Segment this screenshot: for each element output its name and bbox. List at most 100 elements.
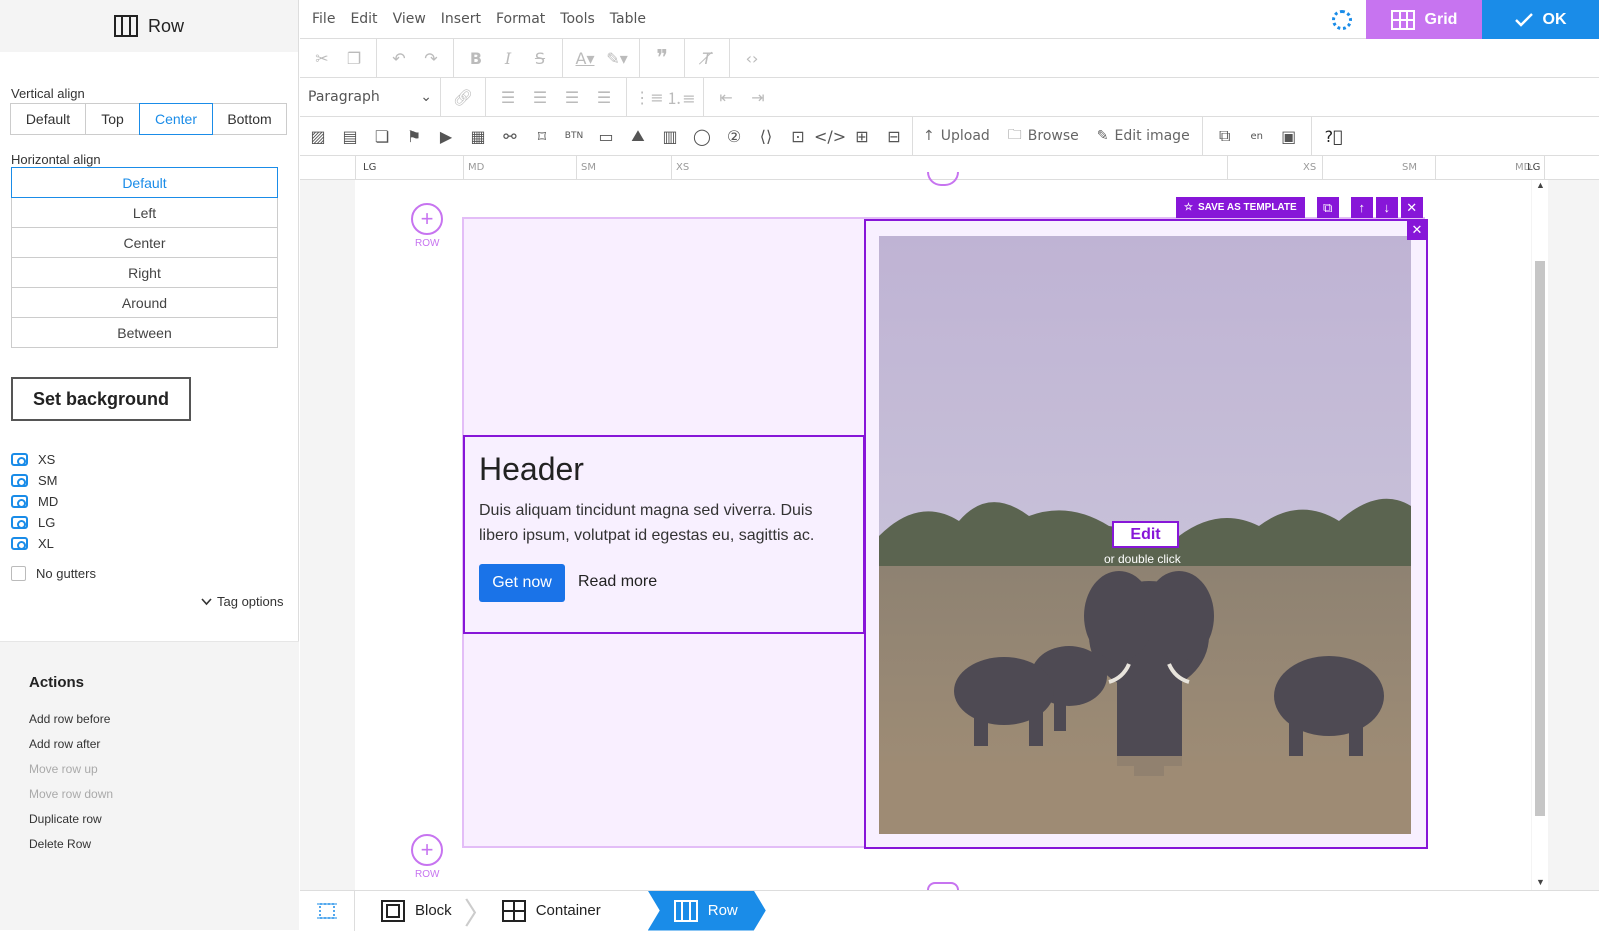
- duplicate-row-link[interactable]: Duplicate row: [29, 812, 102, 826]
- menu-view[interactable]: View: [393, 11, 426, 27]
- redo-icon[interactable]: ↷: [415, 49, 447, 68]
- close-column-icon[interactable]: ✕: [1407, 220, 1427, 240]
- valign-top-button[interactable]: Top: [85, 103, 140, 135]
- strikethrough-icon[interactable]: S: [524, 49, 556, 68]
- set-background-button[interactable]: Set background: [11, 377, 191, 421]
- image-placeholder-icon[interactable]: ⛰: [622, 126, 654, 146]
- number-badge-icon[interactable]: ②: [718, 127, 750, 146]
- duplicate-row-icon[interactable]: ⧉: [1316, 197, 1339, 218]
- table-icon[interactable]: ▦: [462, 127, 494, 146]
- translate-icon[interactable]: en: [1241, 131, 1273, 142]
- bullet-list-icon[interactable]: ⋮≡: [633, 88, 665, 107]
- grid-button[interactable]: Grid: [1366, 0, 1482, 39]
- add-row-before-link[interactable]: Add row before: [29, 712, 110, 726]
- menu-tools[interactable]: Tools: [560, 11, 595, 27]
- valign-center-button[interactable]: Center: [139, 103, 213, 135]
- checkbox-box[interactable]: [11, 566, 26, 581]
- image-text-icon[interactable]: ▤: [334, 127, 366, 146]
- upload-button[interactable]: ↑ Upload: [923, 128, 990, 144]
- halign-center-option[interactable]: Center: [11, 227, 278, 258]
- help-icon[interactable]: ?⃝: [1318, 127, 1350, 146]
- halign-right-option[interactable]: Right: [11, 257, 278, 288]
- settings-gear-icon[interactable]: [1332, 10, 1352, 30]
- highlight-icon[interactable]: ✎▾: [601, 49, 633, 68]
- text-color-icon[interactable]: A▾: [569, 49, 601, 68]
- menu-insert[interactable]: Insert: [441, 11, 481, 27]
- move-up-icon[interactable]: ↑: [1350, 197, 1373, 218]
- valign-bottom-button[interactable]: Bottom: [212, 103, 287, 135]
- tag-options-toggle[interactable]: Tag options: [201, 594, 284, 609]
- scroll-down-icon[interactable]: ▼: [1536, 877, 1545, 887]
- blockquote-icon[interactable]: ❞: [646, 46, 678, 71]
- indent-icon[interactable]: ⇥: [742, 88, 774, 107]
- align-justify-icon[interactable]: ☰: [588, 88, 620, 107]
- image-icon[interactable]: ▨: [302, 127, 334, 146]
- delete-row-link[interactable]: Delete Row: [29, 837, 91, 851]
- numbered-list-icon[interactable]: ⒈≡: [665, 85, 697, 109]
- copy-icon[interactable]: ❐: [338, 49, 370, 68]
- scrollbar-thumb[interactable]: [1535, 261, 1545, 816]
- menu-format[interactable]: Format: [496, 11, 545, 27]
- align-right-icon[interactable]: ☰: [556, 88, 588, 107]
- gallery-icon[interactable]: ❏: [366, 127, 398, 146]
- spellcheck-icon[interactable]: ▣: [1273, 127, 1305, 146]
- video-icon[interactable]: ▶: [430, 127, 462, 146]
- clear-format-icon[interactable]: T̸: [691, 49, 723, 68]
- visibility-md-toggle[interactable]: MD: [11, 494, 58, 509]
- edit-image-button[interactable]: ✎ Edit image: [1097, 128, 1190, 144]
- paragraph-select[interactable]: Paragraph ⌄: [300, 89, 440, 105]
- breadcrumb-container[interactable]: Container: [494, 891, 619, 931]
- visibility-lg-toggle[interactable]: LG: [11, 515, 55, 530]
- menu-table[interactable]: Table: [610, 11, 646, 27]
- get-now-button[interactable]: Get now: [479, 564, 565, 602]
- breadcrumb-row[interactable]: Row: [648, 891, 766, 931]
- bold-icon[interactable]: B: [460, 49, 492, 68]
- align-center-icon[interactable]: ☰: [524, 88, 556, 107]
- select-frame-icon[interactable]: [300, 890, 355, 931]
- button-icon[interactable]: BTN: [558, 131, 590, 141]
- menu-edit[interactable]: Edit: [350, 11, 377, 27]
- breadcrumb-block[interactable]: Block: [355, 891, 470, 931]
- align-left-icon[interactable]: ☰: [492, 88, 524, 107]
- content-paragraph[interactable]: Duis aliquam tincidunt magna sed viverra…: [479, 498, 849, 548]
- add-row-below-button[interactable]: +: [411, 834, 443, 866]
- qr-icon[interactable]: ⊞: [846, 127, 878, 146]
- halign-around-option[interactable]: Around: [11, 287, 278, 318]
- no-gutters-checkbox[interactable]: No gutters: [11, 566, 96, 581]
- duplicate-icon[interactable]: ⧉: [1209, 126, 1241, 146]
- visibility-sm-toggle[interactable]: SM: [11, 473, 58, 488]
- halign-left-option[interactable]: Left: [11, 197, 278, 228]
- embed-icon[interactable]: ⟨⟩: [750, 127, 782, 146]
- scroll-up-icon[interactable]: ▲: [1536, 180, 1545, 190]
- undo-icon[interactable]: ↶: [383, 49, 415, 68]
- bookmark-icon[interactable]: ⌑: [526, 127, 558, 146]
- ok-button[interactable]: OK: [1482, 0, 1599, 39]
- code-icon[interactable]: </>: [814, 127, 846, 146]
- move-row-down-link[interactable]: Move row down: [29, 787, 113, 801]
- visibility-xs-toggle[interactable]: XS: [11, 452, 55, 467]
- valign-default-button[interactable]: Default: [10, 103, 86, 135]
- source-code-icon[interactable]: ‹›: [736, 49, 768, 68]
- save-as-template-button[interactable]: ☆ SAVE AS TEMPLATE: [1176, 197, 1305, 218]
- add-row-above-button[interactable]: +: [411, 203, 443, 235]
- flag-icon[interactable]: ⚑: [398, 127, 430, 146]
- move-row-up-link[interactable]: Move row up: [29, 762, 98, 776]
- comment-icon[interactable]: ◯: [686, 127, 718, 146]
- move-down-icon[interactable]: ↓: [1375, 197, 1398, 218]
- halign-between-option[interactable]: Between: [11, 317, 278, 348]
- add-row-after-link[interactable]: Add row after: [29, 737, 100, 751]
- italic-icon[interactable]: I: [492, 49, 524, 68]
- visibility-xl-toggle[interactable]: XL: [11, 536, 54, 551]
- menu-file[interactable]: File: [312, 11, 335, 27]
- template-icon[interactable]: ⊟: [878, 127, 910, 146]
- close-row-icon[interactable]: ✕: [1400, 197, 1423, 218]
- link-icon[interactable]: ⚯: [494, 127, 526, 146]
- content-header[interactable]: Header: [479, 451, 584, 488]
- halign-default-option[interactable]: Default: [11, 167, 278, 198]
- edit-image-button-overlay[interactable]: Edit: [1112, 521, 1179, 548]
- read-more-link[interactable]: Read more: [578, 573, 657, 591]
- layout-icon[interactable]: ▥: [654, 127, 686, 146]
- browse-button[interactable]: 🗀 Browse: [1008, 124, 1079, 148]
- snippet-icon[interactable]: ⊡: [782, 127, 814, 146]
- card-icon[interactable]: ▭: [590, 127, 622, 146]
